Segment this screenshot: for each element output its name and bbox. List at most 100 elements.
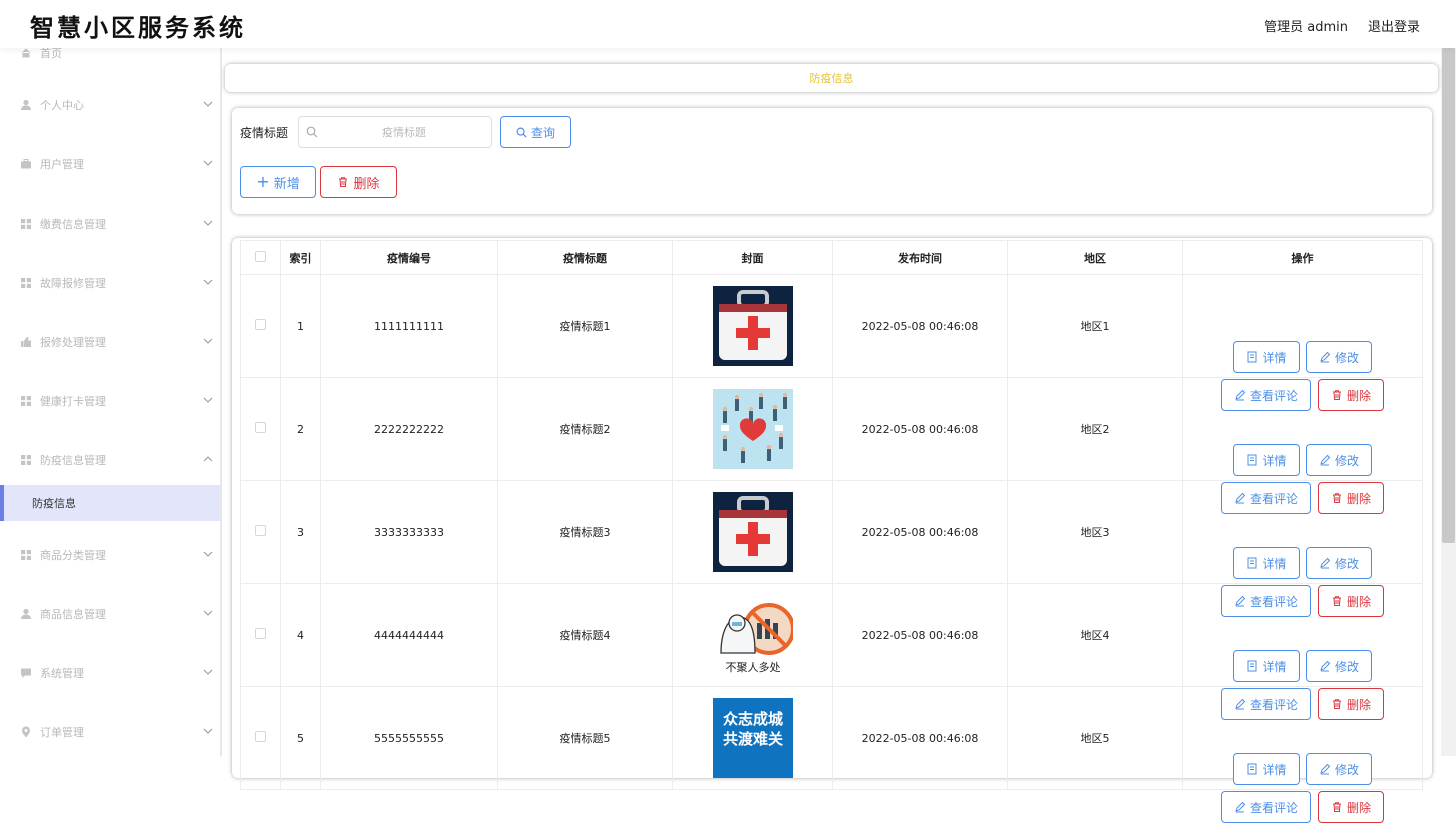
cell-index: 5 <box>280 686 321 790</box>
cover-slogan-line1: 众志成城 <box>722 710 782 728</box>
detail-button-label: 详情 <box>1262 453 1287 468</box>
epidemic-info-table: 索引 疫情编号 疫情标题 封面 发布时间 地区 操作 1 1111111111 疫情… <box>240 240 1423 823</box>
sidebar-item-label: 商品信息管理 <box>40 608 106 621</box>
logout-link[interactable]: 退出登录 <box>1368 16 1420 35</box>
batch-delete-label: 删除 <box>353 176 380 192</box>
sidebar-item-5[interactable]: 报修处理管理 <box>0 330 220 354</box>
sidebar-subitem-epidemic-info[interactable]: 防疫信息 <box>0 485 220 521</box>
sidebar-item-10[interactable]: 系统管理 <box>0 661 220 685</box>
view-comments-button[interactable]: 查看评论 <box>1221 791 1311 823</box>
cover-first-aid-kit <box>712 286 793 366</box>
detail-button-label: 详情 <box>1262 659 1287 674</box>
chevron-down-icon <box>203 728 213 734</box>
sidebar-item-7[interactable]: 防疫信息管理 <box>0 448 220 472</box>
view-comments-button[interactable]: 查看评论 <box>1221 585 1311 617</box>
col-header-cover: 封面 <box>672 240 833 275</box>
grid-icon <box>21 278 31 288</box>
query-button[interactable]: 查询 <box>500 116 571 148</box>
document-icon <box>1247 763 1257 775</box>
row-select-cell <box>240 377 281 481</box>
edit-button[interactable]: 修改 <box>1306 547 1372 579</box>
sidebar-item-0[interactable]: 首页 <box>0 48 220 65</box>
cover-first-aid-kit <box>712 492 793 572</box>
col-header-index[interactable]: 索引 <box>280 240 321 275</box>
sidebar-item-8[interactable]: 商品分类管理 <box>0 543 220 567</box>
cell-code: 2222222222 <box>320 377 498 481</box>
row-checkbox[interactable] <box>255 525 266 536</box>
document-icon <box>1247 557 1257 569</box>
cell-title: 疫情标题2 <box>497 377 673 481</box>
chevron-down-icon <box>203 279 213 285</box>
select-all-checkbox[interactable] <box>255 250 266 262</box>
edit-icon <box>1320 557 1331 569</box>
cell-cover[interactable] <box>672 377 833 481</box>
sidebar-item-1[interactable]: 个人中心 <box>0 93 220 117</box>
sidebar-item-label: 健康打卡管理 <box>40 395 106 408</box>
row-delete-button[interactable]: 删除 <box>1318 688 1384 720</box>
cell-region: 地区2 <box>1007 377 1183 481</box>
batch-delete-button[interactable]: 删除 <box>320 166 397 198</box>
chevron-down-icon <box>203 669 213 675</box>
sidebar-item-label: 用户管理 <box>40 158 84 171</box>
edit-icon <box>1320 660 1331 672</box>
row-delete-button[interactable]: 删除 <box>1318 791 1384 823</box>
detail-button[interactable]: 详情 <box>1233 547 1300 579</box>
col-header-code[interactable]: 疫情编号 <box>320 240 498 275</box>
add-button[interactable]: + 新增 <box>240 166 316 198</box>
row-delete-button[interactable]: 删除 <box>1318 379 1384 411</box>
edit-button[interactable]: 修改 <box>1306 444 1372 476</box>
cell-title: 疫情标题3 <box>497 480 673 584</box>
trash-icon <box>339 177 348 187</box>
sidebar-item-4[interactable]: 故障报修管理 <box>0 271 220 295</box>
cell-publish-time: 2022-05-08 00:46:08 <box>832 686 1008 790</box>
sidebar-item-11[interactable]: 订单管理 <box>0 720 220 744</box>
sidebar-item-9[interactable]: 商品信息管理 <box>0 602 220 626</box>
view-comments-button[interactable]: 查看评论 <box>1221 482 1311 514</box>
sidebar-item-2[interactable]: 用户管理 <box>0 152 220 176</box>
sidebar-item-label: 订单管理 <box>40 726 84 739</box>
col-header-region[interactable]: 地区 <box>1007 240 1183 275</box>
detail-button[interactable]: 详情 <box>1233 753 1300 785</box>
data-table-panel: 索引 疫情编号 疫情标题 封面 发布时间 地区 操作 1 1111111111 疫情… <box>232 238 1432 823</box>
view-comments-button[interactable]: 查看评论 <box>1221 379 1311 411</box>
view-comments-label: 查看评论 <box>1249 594 1298 609</box>
detail-button[interactable]: 详情 <box>1233 650 1300 682</box>
row-delete-button[interactable]: 删除 <box>1318 585 1384 617</box>
sidebar-item-3[interactable]: 缴费信息管理 <box>0 212 220 236</box>
select-all-cell <box>240 240 281 275</box>
row-checkbox[interactable] <box>255 422 266 433</box>
trash-icon <box>1332 493 1341 503</box>
view-comments-button[interactable]: 查看评论 <box>1221 688 1311 720</box>
edit-icon <box>1235 801 1246 813</box>
edit-button[interactable]: 修改 <box>1306 341 1372 373</box>
cell-code: 4444444444 <box>320 583 498 687</box>
edit-button-label: 修改 <box>1334 350 1359 365</box>
cell-cover[interactable] <box>672 274 833 378</box>
row-checkbox[interactable] <box>255 731 266 742</box>
row-delete-button[interactable]: 删除 <box>1318 482 1384 514</box>
edit-button[interactable]: 修改 <box>1306 650 1372 682</box>
cell-cover[interactable] <box>672 480 833 584</box>
thumb-icon <box>21 337 31 347</box>
cell-cover[interactable]: 众志成城 共渡难关 <box>672 686 833 790</box>
row-checkbox[interactable] <box>255 319 266 330</box>
grid-icon <box>21 396 31 406</box>
home-icon <box>21 48 31 58</box>
cell-cover[interactable]: 不聚人多处 <box>672 583 833 687</box>
edit-icon <box>1235 492 1246 504</box>
search-icon <box>516 127 527 138</box>
row-checkbox[interactable] <box>255 628 266 639</box>
trash-icon <box>1332 699 1341 709</box>
col-header-title[interactable]: 疫情标题 <box>497 240 673 275</box>
chevron-down-icon <box>203 397 213 403</box>
detail-button[interactable]: 详情 <box>1233 341 1300 373</box>
cell-publish-time: 2022-05-08 00:46:08 <box>832 480 1008 584</box>
edit-button[interactable]: 修改 <box>1306 753 1372 785</box>
search-input[interactable] <box>298 116 492 148</box>
row-delete-label: 删除 <box>1346 697 1371 712</box>
scrollbar-thumb[interactable] <box>1442 48 1455 543</box>
detail-button[interactable]: 详情 <box>1233 444 1300 476</box>
col-header-time[interactable]: 发布时间 <box>832 240 1008 275</box>
sidebar-item-6[interactable]: 健康打卡管理 <box>0 389 220 413</box>
page-scrollbar[interactable] <box>1441 48 1456 756</box>
